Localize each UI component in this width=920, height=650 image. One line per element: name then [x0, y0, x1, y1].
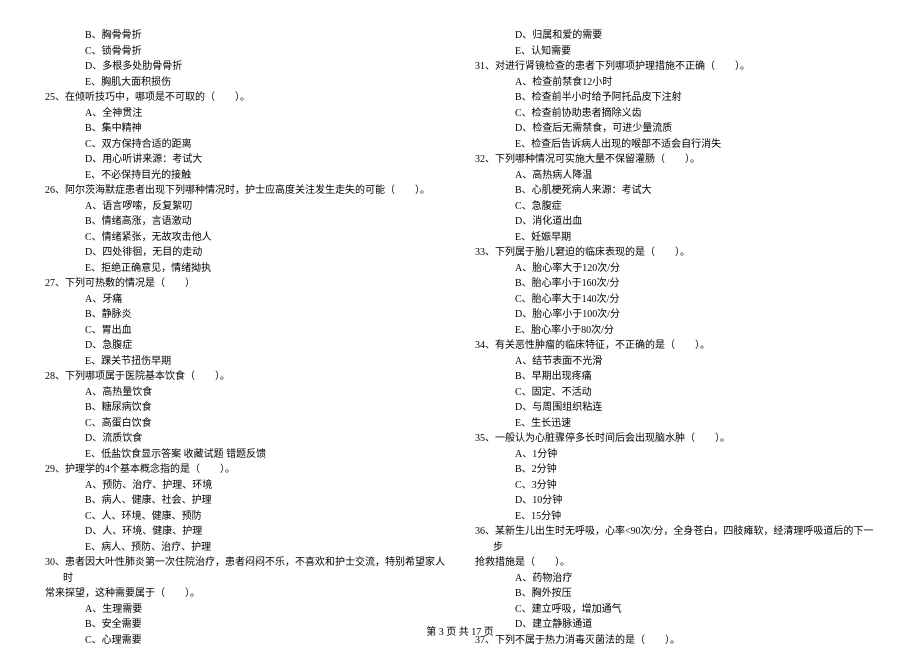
option-text: C、固定、不活动 [475, 385, 875, 401]
option-text: D、人、环境、健康、护理 [45, 524, 445, 540]
option-text: E、妊娠早期 [475, 230, 875, 246]
option-text: A、结节表面不光滑 [475, 354, 875, 370]
option-text: B、静脉炎 [45, 307, 445, 323]
option-text: B、检查前半小时给予阿托品皮下注射 [475, 90, 875, 106]
option-text: A、1分钟 [475, 447, 875, 463]
option-text: C、3分钟 [475, 478, 875, 494]
question-stem: 33、下列属于胎儿窘迫的临床表现的是（ ）。 [475, 245, 875, 261]
question-stem: 26、阿尔茨海默症患者出现下列哪种情况时，护士应高度关注发生走失的可能（ ）。 [45, 183, 445, 199]
option-text: B、2分钟 [475, 462, 875, 478]
option-text: A、预防、治疗、护理、环境 [45, 478, 445, 494]
option-text: D、流质饮食 [45, 431, 445, 447]
option-text: B、心肌梗死病人来源：考试大 [475, 183, 875, 199]
option-text: E、病人、预防、治疗、护理 [45, 540, 445, 556]
question-stem: 35、一般认为心脏骤停多长时间后会出现脑水肿（ ）。 [475, 431, 875, 447]
option-text: E、认知需要 [475, 44, 875, 60]
option-text: B、集中精神 [45, 121, 445, 137]
page-footer: 第 3 页 共 17 页 [0, 623, 920, 638]
left-column: B、胸骨骨折 C、锁骨骨折 D、多根多处肋骨骨折 E、胸肌大面积损伤 25、在倾… [45, 28, 445, 608]
option-text: D、与周围组织粘连 [475, 400, 875, 416]
question-stem-continuation: 抢救措施是（ ）。 [475, 555, 875, 571]
option-text: D、胎心率小于100次/分 [475, 307, 875, 323]
option-text: D、四处徘徊，无目的走动 [45, 245, 445, 261]
question-stem: 34、有关恶性肿瘤的临床特征，不正确的是（ ）。 [475, 338, 875, 354]
option-text: C、高蛋白饮食 [45, 416, 445, 432]
option-text: C、建立呼吸，增加通气 [475, 602, 875, 618]
option-text: A、语言啰嗦，反复絮叨 [45, 199, 445, 215]
option-text: B、胸外按压 [475, 586, 875, 602]
option-text: D、10分钟 [475, 493, 875, 509]
option-text: C、情绪紧张，无故攻击他人 [45, 230, 445, 246]
option-text: C、胃出血 [45, 323, 445, 339]
option-text: D、用心听讲来源：考试大 [45, 152, 445, 168]
option-text: B、胎心率小于160次/分 [475, 276, 875, 292]
option-text: A、全神贯注 [45, 106, 445, 122]
option-text: C、检查前协助患者摘除义齿 [475, 106, 875, 122]
option-text: D、检查后无需禁食，可进少量流质 [475, 121, 875, 137]
option-text: E、15分钟 [475, 509, 875, 525]
option-text: E、检查后告诉病人出现的喉部不适会自行消失 [475, 137, 875, 153]
option-text: D、多根多处肋骨骨折 [45, 59, 445, 75]
option-text: A、药物治疗 [475, 571, 875, 587]
option-text: E、拒绝正确意见，情绪拗执 [45, 261, 445, 277]
option-text: E、低盐饮食显示答案 收藏试题 错题反馈 [45, 447, 445, 463]
option-text: B、胸骨骨折 [45, 28, 445, 44]
option-text: A、胎心率大于120次/分 [475, 261, 875, 277]
option-text: E、生长迅速 [475, 416, 875, 432]
question-stem: 29、护理学的4个基本概念指的是（ ）。 [45, 462, 445, 478]
option-text: E、胎心率小于80次/分 [475, 323, 875, 339]
option-text: D、消化道出血 [475, 214, 875, 230]
question-stem: 36、某新生儿出生时无呼吸，心率<90次/分，全身苍白，四肢瘫软，经清理呼吸道后… [475, 524, 875, 555]
option-text: E、胸肌大面积损伤 [45, 75, 445, 91]
option-text: B、情绪高涨，言语激动 [45, 214, 445, 230]
question-stem-continuation: 常来探望，这种需要属于（ ）。 [45, 586, 445, 602]
option-text: E、踝关节扭伤早期 [45, 354, 445, 370]
question-stem: 32、下列哪种情况可实施大量不保留灌肠（ ）。 [475, 152, 875, 168]
question-stem: 25、在倾听技巧中，哪项是不可取的（ ）。 [45, 90, 445, 106]
option-text: E、不必保持目光的接触 [45, 168, 445, 184]
right-column: D、归属和爱的需要 E、认知需要 31、对进行肾镜检查的患者下列哪项护理措施不正… [475, 28, 875, 608]
option-text: A、生理需要 [45, 602, 445, 618]
question-stem: 27、下列可热敷的情况是（ ） [45, 276, 445, 292]
option-text: A、检查前禁食12小时 [475, 75, 875, 91]
option-text: C、人、环境、健康、预防 [45, 509, 445, 525]
option-text: D、归属和爱的需要 [475, 28, 875, 44]
option-text: C、锁骨骨折 [45, 44, 445, 60]
question-stem: 30、患者因大叶性肺炎第一次住院治疗，患者闷闷不乐，不喜欢和护士交流，特别希望家… [45, 555, 445, 586]
question-stem: 31、对进行肾镜检查的患者下列哪项护理措施不正确（ ）。 [475, 59, 875, 75]
option-text: A、高热量饮食 [45, 385, 445, 401]
option-text: C、急腹症 [475, 199, 875, 215]
option-text: C、双方保持合适的距离 [45, 137, 445, 153]
option-text: C、胎心率大于140次/分 [475, 292, 875, 308]
option-text: B、糖尿病饮食 [45, 400, 445, 416]
option-text: A、牙痛 [45, 292, 445, 308]
option-text: A、高热病人降温 [475, 168, 875, 184]
option-text: B、病人、健康、社会、护理 [45, 493, 445, 509]
option-text: B、早期出现疼痛 [475, 369, 875, 385]
option-text: D、急腹症 [45, 338, 445, 354]
document-content: B、胸骨骨折 C、锁骨骨折 D、多根多处肋骨骨折 E、胸肌大面积损伤 25、在倾… [45, 28, 875, 608]
question-stem: 28、下列哪项属于医院基本饮食（ ）。 [45, 369, 445, 385]
